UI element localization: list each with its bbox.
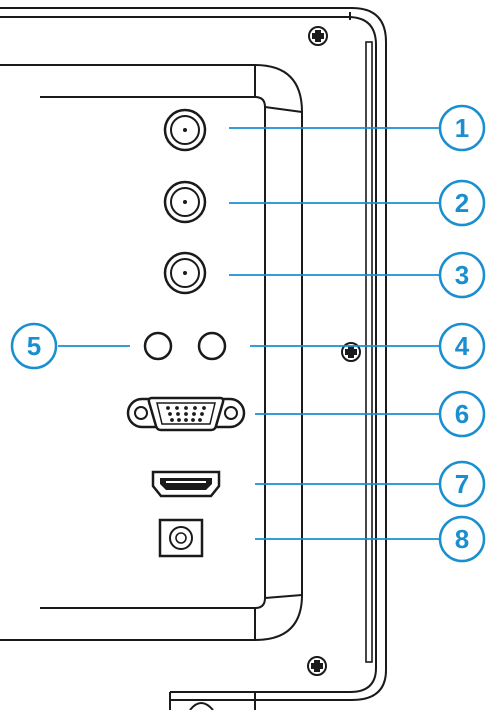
callout-3-number: 3 <box>455 260 469 290</box>
vga-port <box>126 396 246 432</box>
callout-4: 4 <box>438 322 486 370</box>
screw-top-icon <box>308 26 328 46</box>
callout-8-number: 8 <box>455 524 469 554</box>
rear-panel-diagram: 1 2 3 4 5 6 7 8 <box>0 7 486 710</box>
hdmi-port <box>151 470 221 498</box>
dc-power-jack <box>158 518 204 558</box>
callout-3: 3 <box>438 251 486 299</box>
antenna-connector-middle <box>163 180 207 224</box>
callout-2-number: 2 <box>455 188 469 218</box>
callout-2: 2 <box>438 179 486 227</box>
round-jack-right <box>197 331 227 361</box>
callout-4-number: 4 <box>455 331 470 361</box>
callout-7-number: 7 <box>455 469 469 499</box>
antenna-connector-top <box>163 108 207 152</box>
screw-bottom-icon <box>307 656 327 676</box>
callout-5-number: 5 <box>27 331 41 361</box>
leader-lines <box>58 127 440 540</box>
callout-1: 1 <box>438 104 486 152</box>
callout-7: 7 <box>438 460 486 508</box>
callout-6: 6 <box>438 390 486 438</box>
callout-5: 5 <box>10 322 58 370</box>
callout-6-number: 6 <box>455 399 469 429</box>
callout-1-number: 1 <box>455 113 469 143</box>
round-jack-left <box>143 331 173 361</box>
antenna-connector-bottom <box>163 251 207 295</box>
callout-8: 8 <box>438 515 486 563</box>
